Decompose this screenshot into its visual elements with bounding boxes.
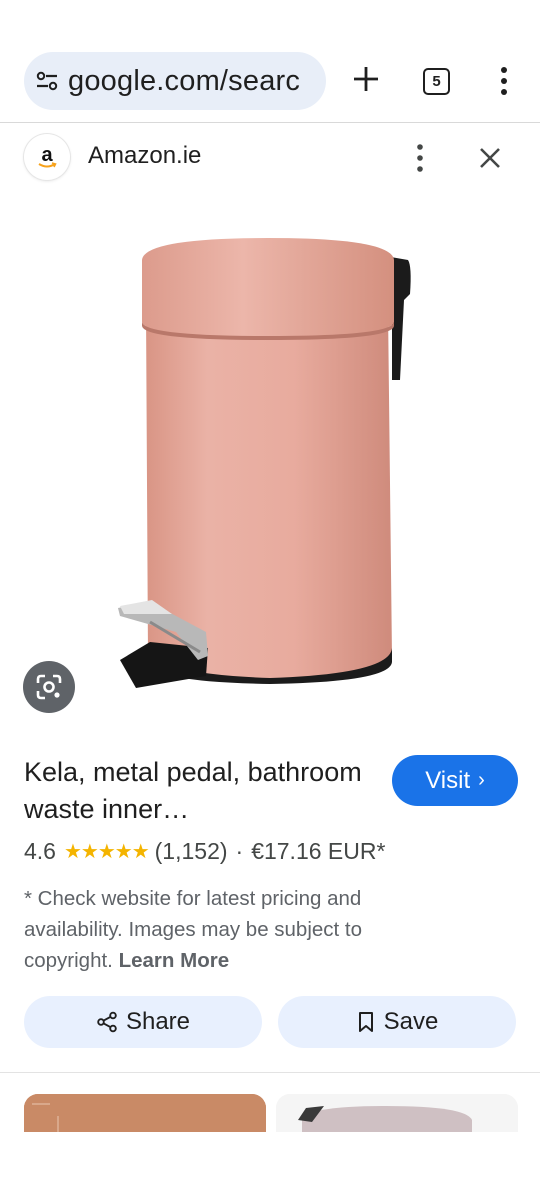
close-icon[interactable] [476,144,504,172]
svg-text:a: a [41,144,53,166]
page-bottom [0,1132,540,1200]
share-button[interactable]: Share [24,996,262,1048]
product-title[interactable]: Kela, metal pedal, bathroom waste inner… [24,754,380,828]
related-result-image [24,1094,266,1132]
lens-button[interactable] [23,661,75,713]
star-rating-icon: ★★★★★ [63,841,150,863]
chevron-right-icon: › [478,769,485,791]
bookmark-icon [358,1012,373,1032]
save-label: Save [383,1008,439,1035]
share-label: Share [125,1008,191,1035]
rating-price-line: 4.6 ★★★★★ (1,152) · €17.16 EUR* [24,838,385,865]
share-icon [97,1011,117,1033]
related-result-thumbnail[interactable] [24,1094,266,1132]
price: €17.16 EUR* [251,838,386,864]
related-result-image [276,1094,518,1132]
visit-button[interactable]: Visit › [392,755,518,806]
address-bar[interactable]: google.com/searc [24,52,326,110]
related-result-thumbnail[interactable] [276,1094,518,1132]
url-text[interactable]: google.com/searc [68,65,300,98]
review-count: (1,152) [154,838,228,864]
tab-switcher-icon[interactable]: 5 [423,68,450,95]
site-logo[interactable]: a [24,134,70,180]
learn-more-link[interactable]: Learn More [119,949,230,972]
divider [0,122,540,123]
site-name[interactable]: Amazon.ie [88,142,201,170]
more-vert-icon[interactable] [496,64,512,98]
more-vert-icon[interactable] [412,142,428,174]
lens-icon [36,674,62,700]
separator: · [235,838,244,864]
visit-label: Visit [425,766,471,794]
tab-count: 5 [432,73,441,90]
tune-icon[interactable] [34,68,60,94]
divider [0,1072,540,1073]
amazon-logo-icon: a [38,144,57,168]
plus-icon[interactable] [349,62,383,96]
price-disclaimer: * Check website for latest pricing and a… [24,883,424,976]
product-image[interactable] [0,190,540,730]
save-button[interactable]: Save [278,996,516,1048]
rating-value: 4.6 [24,838,56,864]
